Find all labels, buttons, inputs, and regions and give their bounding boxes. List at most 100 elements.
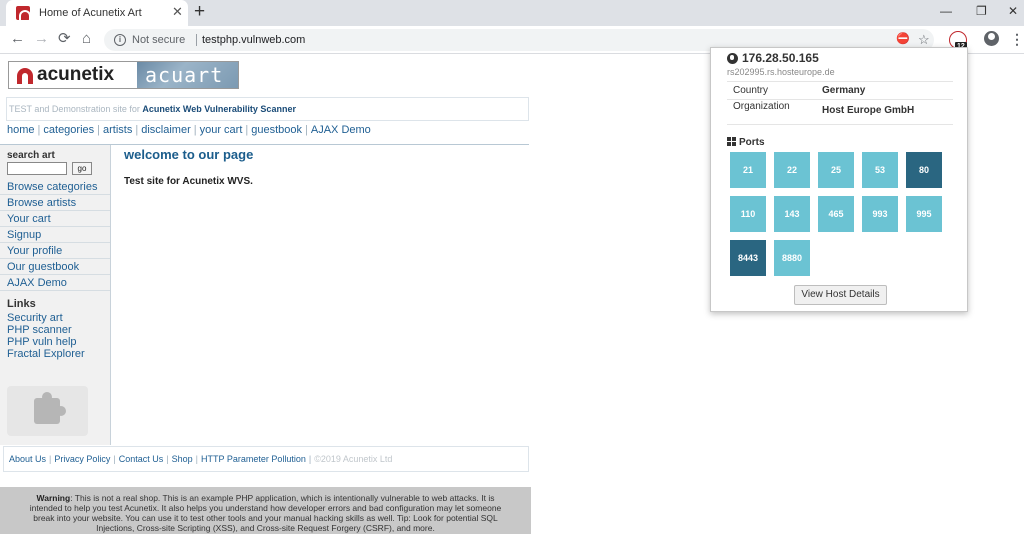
restore-button[interactable]: ❐	[976, 3, 987, 19]
minimize-button[interactable]: —	[940, 3, 952, 19]
menu-signup[interactable]: Signup	[0, 227, 110, 243]
left-sidebar: search art go Browse categories Browse a…	[0, 145, 111, 445]
warning-banner: Warning: This is not a real shop. This i…	[0, 487, 531, 534]
browser-menu-icon[interactable]: ⋮	[1010, 32, 1024, 46]
acunetix-logo: acunetix	[9, 62, 137, 88]
tab-strip: Home of Acunetix Art ✕ + — ❐ ✕	[0, 0, 1024, 26]
footer-separator: |	[308, 454, 312, 464]
nav-home[interactable]: home	[7, 124, 35, 136]
port-tile-110[interactable]: 110	[730, 196, 766, 232]
port-tile-465[interactable]: 465	[818, 196, 854, 232]
nav-your-cart[interactable]: your cart	[200, 124, 243, 136]
footer-separator: |	[113, 454, 116, 464]
back-arrow-icon[interactable]: ←	[10, 31, 25, 47]
port-tile-995[interactable]: 995	[906, 196, 942, 232]
reload-icon[interactable]: ⟳	[58, 31, 71, 47]
organization-label: Organization	[733, 101, 790, 112]
tagline: TEST and Demonstration site for Acunetix…	[9, 104, 296, 114]
page-title: welcome to our page	[124, 147, 254, 162]
menu-ajax-demo[interactable]: AJAX Demo	[0, 275, 110, 291]
site-logo[interactable]: acunetix acuart	[8, 61, 239, 89]
footer-links: About Us | Privacy Policy | Contact Us | Shop |…	[9, 454, 392, 464]
tab-close-icon[interactable]: ✕	[172, 5, 183, 19]
menu-your-cart[interactable]: Your cart	[0, 211, 110, 227]
nav-separator: |	[37, 124, 41, 136]
footer-privacy-policy[interactable]: Privacy Policy	[54, 454, 110, 464]
link-fractal-explorer[interactable]: Fractal Explorer	[7, 348, 85, 360]
footer-contact-us[interactable]: Contact Us	[119, 454, 164, 464]
puzzle-piece-icon	[34, 392, 66, 424]
nav-categories[interactable]: categories	[43, 124, 94, 136]
welcome-text: Test site for Acunetix WVS.	[124, 176, 253, 187]
security-label[interactable]: Not secure	[132, 34, 185, 46]
info-row-country: Country Germany	[727, 81, 953, 101]
port-tile-21[interactable]: 21	[730, 152, 766, 188]
organization-value: Host Europe GmbH	[822, 105, 915, 116]
country-label: Country	[733, 85, 769, 96]
ports-title: Ports	[727, 137, 765, 148]
nav-separator: |	[305, 124, 308, 136]
footer-copyright: ©2019 Acunetix Ltd	[314, 454, 393, 464]
footer-http-parameter-pollution[interactable]: HTTP Parameter Pollution	[201, 454, 306, 464]
acunetix-arc-icon	[17, 68, 33, 84]
nav-ajax-demo[interactable]: AJAX Demo	[311, 124, 371, 136]
port-tile-8880[interactable]: 8880	[774, 240, 810, 276]
bookmark-star-icon[interactable]: ☆	[918, 32, 930, 47]
port-tile-25[interactable]: 25	[818, 152, 854, 188]
menu-browse-artists[interactable]: Browse artists	[0, 195, 110, 211]
browser-tab[interactable]: Home of Acunetix Art ✕	[6, 0, 188, 26]
footer-separator: |	[49, 454, 52, 464]
info-row-organization: Organization Host Europe GmbH	[727, 99, 953, 125]
close-window-button[interactable]: ✕	[1008, 3, 1018, 19]
ports-title-text: Ports	[739, 137, 765, 148]
footer: About Us | Privacy Policy | Contact Us | Shop |…	[3, 446, 529, 472]
url-text[interactable]: testphp.vulnweb.com	[202, 34, 305, 46]
info-icon[interactable]: i	[114, 34, 126, 46]
top-navigation: home | categories | artists | disclaimer | your …	[7, 124, 371, 136]
acuart-logo: acuart	[137, 62, 238, 88]
nav-disclaimer[interactable]: disclaimer	[141, 124, 191, 136]
home-icon[interactable]: ⌂	[82, 31, 91, 47]
search-input[interactable]	[7, 162, 67, 175]
links-list: Security art PHP scanner PHP vuln help F…	[7, 312, 85, 360]
port-tile-22[interactable]: 22	[774, 152, 810, 188]
profile-avatar-icon[interactable]	[984, 31, 999, 46]
nav-separator: |	[97, 124, 101, 136]
warning-text: : This is not a real shop. This is an ex…	[29, 493, 502, 533]
grid-icon	[727, 137, 736, 146]
port-tile-143[interactable]: 143	[774, 196, 810, 232]
hostname: rs202995.rs.hosteurope.de	[727, 67, 835, 77]
port-tile-8443[interactable]: 8443	[730, 240, 766, 276]
link-php-vuln-help[interactable]: PHP vuln help	[7, 336, 85, 348]
nav-guestbook[interactable]: guestbook	[251, 124, 302, 136]
nav-artists[interactable]: artists	[103, 124, 132, 136]
link-security-art[interactable]: Security art	[7, 312, 85, 324]
nav-separator: |	[245, 124, 249, 136]
menu-browse-categories[interactable]: Browse categories	[0, 179, 110, 195]
port-tile-80[interactable]: 80	[906, 152, 942, 188]
footer-shop[interactable]: Shop	[172, 454, 193, 464]
nav-separator: |	[135, 124, 139, 136]
menu-our-guestbook[interactable]: Our guestbook	[0, 259, 110, 275]
logo-text-acunetix: acunetix	[37, 64, 115, 85]
warning-label: Warning	[36, 493, 71, 503]
nav-separator: |	[193, 124, 197, 136]
scanner-link[interactable]: Acunetix Web Vulnerability Scanner	[142, 104, 296, 114]
tagline-bar: TEST and Demonstration site for Acunetix…	[6, 97, 529, 121]
menu-your-profile[interactable]: Your profile	[0, 243, 110, 259]
blocked-popup-icon[interactable]: ⛔	[896, 32, 910, 47]
country-value: Germany	[822, 85, 866, 96]
tagline-prefix: TEST and Demonstration site for	[9, 104, 143, 114]
forward-arrow-icon[interactable]: →	[34, 31, 49, 47]
view-host-details-button[interactable]: View Host Details	[794, 285, 887, 305]
port-tile-993[interactable]: 993	[862, 196, 898, 232]
acunetix-favicon-icon	[16, 6, 31, 20]
search-go-button[interactable]: go	[72, 162, 92, 175]
logo-text-acuart: acuart	[145, 63, 224, 87]
footer-separator: |	[166, 454, 169, 464]
left-menu: Browse categories Browse artists Your ca…	[0, 179, 110, 291]
footer-about-us[interactable]: About Us	[9, 454, 46, 464]
new-tab-button[interactable]: +	[194, 2, 205, 22]
port-tile-53[interactable]: 53	[862, 152, 898, 188]
link-php-scanner[interactable]: PHP scanner	[7, 324, 85, 336]
